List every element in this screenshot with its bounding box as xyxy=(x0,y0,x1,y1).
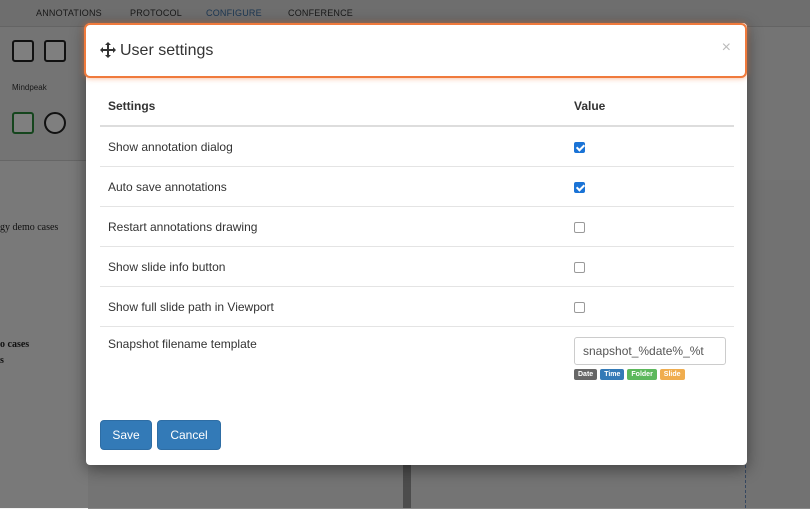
setting-label: Snapshot filename template xyxy=(100,326,566,397)
setting-label: Restart annotations drawing xyxy=(100,206,566,247)
dialog-header[interactable]: User settings × xyxy=(84,23,747,78)
cancel-button[interactable]: Cancel xyxy=(157,420,221,450)
snapshot-template-input[interactable] xyxy=(574,337,726,365)
setting-row: Restart annotations drawing xyxy=(100,206,734,247)
setting-label: Show slide info button xyxy=(100,246,566,287)
setting-label: Auto save annotations xyxy=(100,166,566,207)
template-tags: Date Time Folder Slide xyxy=(574,369,734,380)
user-settings-dialog: User settings × Settings Value Show anno… xyxy=(84,23,747,465)
show-slide-info-button-checkbox[interactable] xyxy=(574,261,585,273)
folder-tag[interactable]: Folder xyxy=(627,369,657,380)
setting-row: Auto save annotations xyxy=(100,166,734,207)
setting-row: Snapshot filename template Date Time Fol… xyxy=(100,326,734,397)
settings-table: Settings Value Show annotation dialog Au… xyxy=(100,87,734,397)
setting-row: Show slide info button xyxy=(100,246,734,287)
date-tag[interactable]: Date xyxy=(574,369,598,380)
restart-annotations-drawing-checkbox[interactable] xyxy=(574,221,585,233)
show-annotation-dialog-checkbox[interactable] xyxy=(574,141,585,153)
value-column-header: Value xyxy=(566,87,734,127)
save-button[interactable]: Save xyxy=(100,420,152,450)
setting-label: Show annotation dialog xyxy=(108,139,233,154)
show-full-slide-path-checkbox[interactable] xyxy=(574,301,585,313)
setting-row: Show annotation dialog xyxy=(100,126,734,167)
time-tag[interactable]: Time xyxy=(600,369,625,380)
slide-tag[interactable]: Slide xyxy=(659,369,685,380)
auto-save-annotations-checkbox[interactable] xyxy=(574,181,585,193)
move-icon[interactable] xyxy=(100,42,116,58)
setting-row: Show full slide path in Viewport xyxy=(100,286,734,327)
close-icon[interactable]: × xyxy=(722,39,731,57)
dialog-title: User settings xyxy=(120,42,214,59)
settings-column-header: Settings xyxy=(100,87,566,127)
setting-label: Show full slide path in Viewport xyxy=(100,286,566,327)
